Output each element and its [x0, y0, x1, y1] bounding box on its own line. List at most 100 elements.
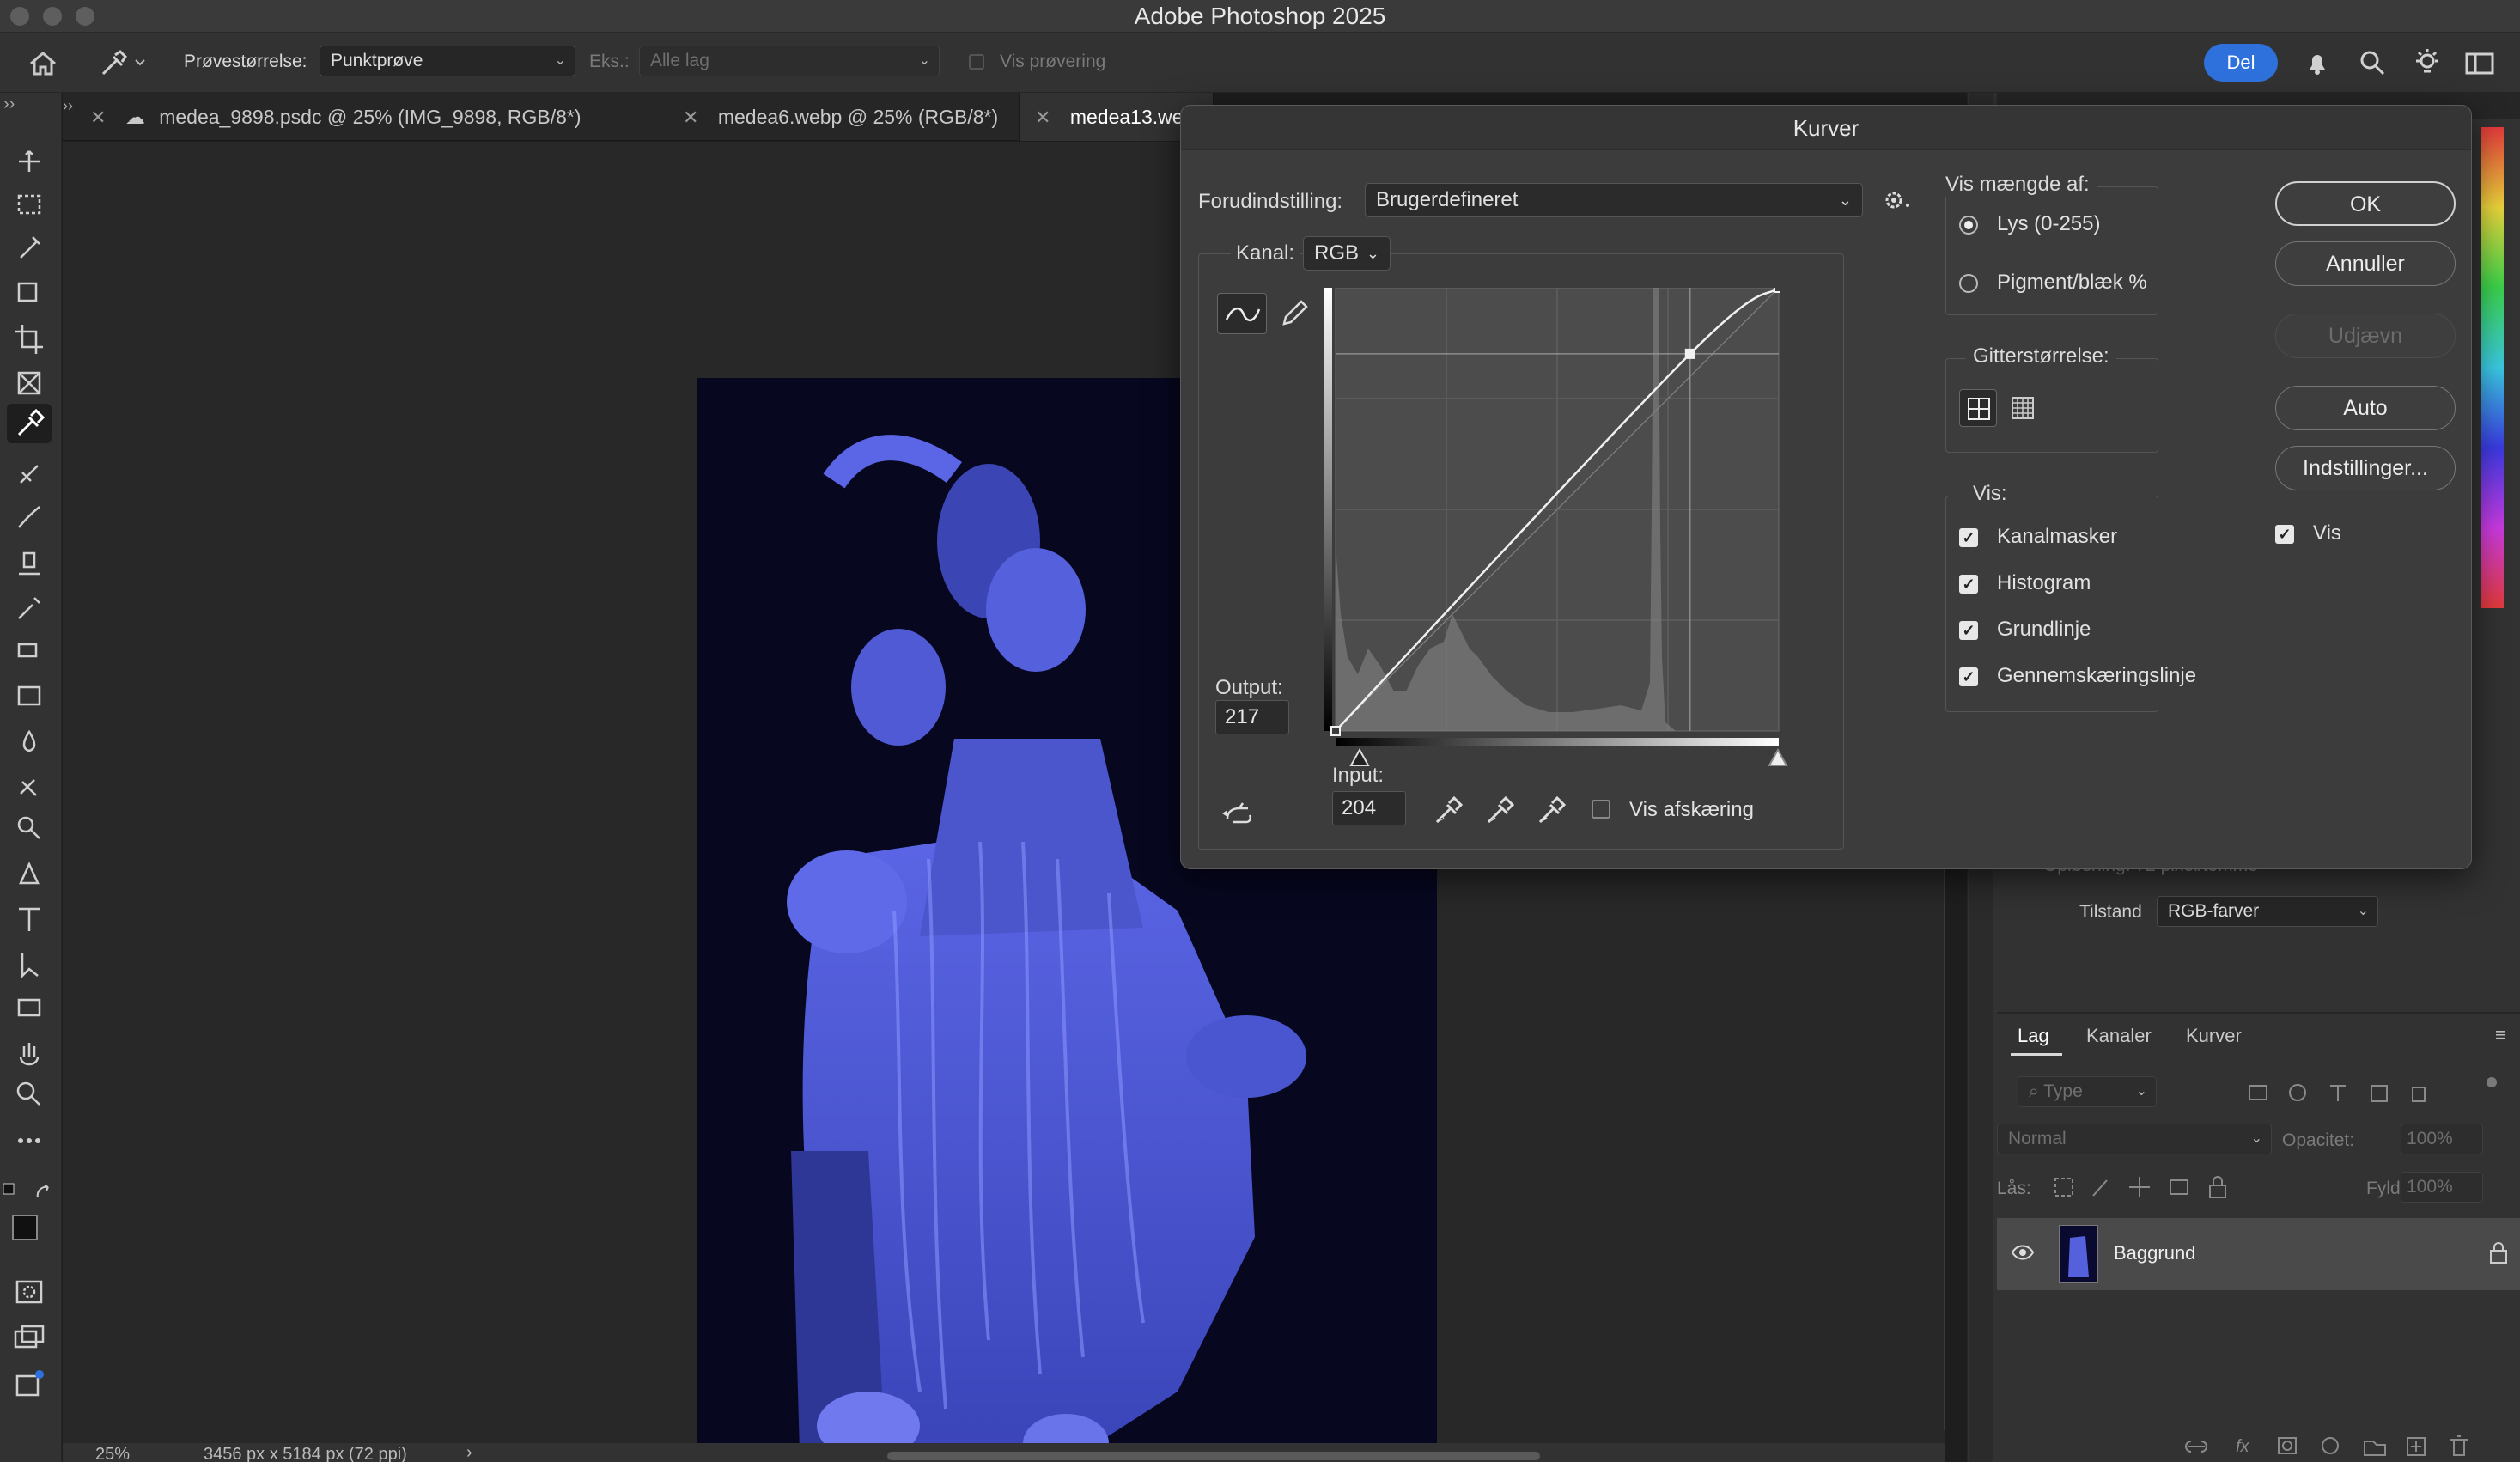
cancel-button[interactable]: Annuller: [2275, 241, 2456, 286]
generative-icon[interactable]: [12, 1368, 46, 1402]
close-tab-icon[interactable]: ✕: [1035, 107, 1050, 128]
chevron-right-icon[interactable]: ›: [466, 1443, 472, 1462]
layer-filter-select[interactable]: ⌕ Type ⌄: [2018, 1076, 2157, 1107]
filter-toggle-icon[interactable]: [2487, 1077, 2497, 1087]
black-eyedropper-icon[interactable]: [1430, 793, 1464, 827]
gray-eyedropper-icon[interactable]: [1482, 793, 1516, 827]
horizontal-scrollbar-thumb[interactable]: [887, 1452, 1540, 1460]
chevron-down-icon: ⌄: [2250, 1131, 2262, 1146]
curves-dialog: Kurver Forudindstilling: Brugerdefineret…: [1180, 105, 2472, 869]
curve-point[interactable]: [1330, 726, 1341, 736]
document-info[interactable]: 3456 px x 5184 px (72 ppi): [204, 1445, 407, 1462]
preset-select[interactable]: Brugerdefineret ⌄: [1365, 183, 1863, 217]
cloud-icon: ☁: [125, 106, 145, 128]
opacity-value: 100%: [2407, 1129, 2453, 1148]
blend-mode-select[interactable]: Normal ⌄: [1997, 1124, 2272, 1154]
pigment-radio-label: Pigment/blæk %: [1997, 271, 2147, 294]
simple-grid-button[interactable]: [1959, 389, 1997, 427]
tab-medea-9898[interactable]: ✕ ☁ medea_9898.psdc @ 25% (IMG_9898, RGB…: [75, 93, 667, 141]
mode-select[interactable]: RGB-farver ⌄: [2157, 896, 2378, 927]
lightbulb-icon[interactable]: [2412, 47, 2443, 78]
ok-button[interactable]: OK: [2275, 181, 2456, 226]
fill-value: 100%: [2407, 1177, 2453, 1197]
zoom-level[interactable]: 25%: [95, 1445, 130, 1462]
curve-graph[interactable]: [1324, 288, 1780, 752]
show-amount-group: [1945, 186, 2158, 315]
channel-select[interactable]: RGB ⌄: [1303, 236, 1391, 271]
panel-menu-icon[interactable]: ≡: [2495, 1024, 2506, 1046]
show-amount-title: Vis mængde af:: [1939, 173, 2097, 197]
close-tab-icon[interactable]: ✕: [683, 107, 698, 128]
chevron-down-icon: ⌄: [1366, 245, 1379, 262]
input-field[interactable]: 204: [1332, 791, 1406, 825]
output-field[interactable]: 217: [1215, 700, 1289, 734]
close-tab-icon[interactable]: ✕: [90, 107, 106, 128]
show-sampling-label: Vis prøvering: [1000, 52, 1106, 71]
layer-panel-footer-icons[interactable]: fx: [2182, 1433, 2509, 1459]
curve-point[interactable]: [1774, 288, 1780, 293]
quick-mask-icon[interactable]: [12, 1275, 46, 1309]
tab-channels[interactable]: Kanaler: [2086, 1025, 2152, 1047]
input-label: Input:: [1332, 764, 1385, 787]
layer-name[interactable]: Baggrund: [2114, 1242, 2195, 1264]
fill-field[interactable]: 100%: [2401, 1172, 2483, 1203]
share-button[interactable]: Del: [2204, 44, 2278, 82]
mode-label: Tilstand: [2079, 902, 2142, 922]
screen-mode-icon[interactable]: [12, 1321, 46, 1355]
curve-point-mode-button[interactable]: [1217, 293, 1267, 334]
histogram-checkbox[interactable]: ✓: [1959, 575, 1978, 594]
light-radio[interactable]: [1959, 216, 1978, 235]
swap-colors-icon[interactable]: [0, 1179, 60, 1204]
tab-medea6[interactable]: ✕ medea6.webp @ 25% (RGB/8*): [667, 93, 1020, 141]
auto-button[interactable]: Auto: [2275, 386, 2456, 430]
tab-layers[interactable]: Lag: [2018, 1025, 2049, 1047]
bell-icon[interactable]: [2302, 47, 2333, 78]
active-tab-underline: [2011, 1053, 2062, 1056]
layer-row[interactable]: Baggrund: [1997, 1218, 2520, 1290]
options-button[interactable]: Indstillinger...: [2275, 446, 2456, 490]
eyedropper-tool-preset-icon[interactable]: [96, 48, 148, 79]
options-bar: Prøvestørrelse: Punktprøve ⌄ Eks.: Alle …: [0, 33, 2520, 93]
channel-overlays-checkbox[interactable]: ✓: [1959, 528, 1978, 547]
intersection-line-checkbox[interactable]: ✓: [1959, 667, 1978, 686]
sample-layers-value: Alle lag: [650, 51, 709, 70]
input-gradient-bar: [1336, 738, 1779, 746]
sample-size-select[interactable]: Punktprøve ⌄: [320, 46, 575, 76]
layer-filter-icons[interactable]: [2248, 1081, 2454, 1106]
preview-checkbox[interactable]: ✓: [2275, 525, 2294, 544]
search-icon[interactable]: [2357, 47, 2388, 78]
pencil-icon[interactable]: [1275, 296, 1313, 331]
detailed-grid-button[interactable]: [2004, 389, 2042, 427]
preset-options-gear-icon[interactable]: [1882, 186, 1913, 214]
lock-label: Lås:: [1997, 1179, 2031, 1198]
target-adjustment-hand-icon[interactable]: [1220, 798, 1255, 829]
sample-size-label: Prøvestørrelse:: [184, 52, 307, 71]
intersection-line-label: Gennemskæringslinje: [1997, 664, 2197, 687]
layer-thumbnail: [2059, 1225, 2098, 1283]
workspace-layout-icon[interactable]: [2463, 47, 2498, 78]
white-eyedropper-icon[interactable]: [1533, 793, 1567, 827]
opacity-field[interactable]: 100%: [2401, 1124, 2483, 1154]
smooth-button[interactable]: Udjævn: [2275, 314, 2456, 358]
foreground-color-swatch[interactable]: [12, 1215, 38, 1240]
curve-point[interactable]: [1684, 348, 1695, 359]
eyedropper-tool-button[interactable]: [7, 404, 52, 443]
baseline-label: Grundlinje: [1997, 618, 2091, 641]
preview-label: Vis: [2313, 521, 2341, 545]
sample-size-value: Punktprøve: [331, 51, 423, 70]
show-sampling-checkbox[interactable]: [969, 54, 984, 70]
collapse-toolbar-icon[interactable]: ››: [3, 94, 15, 114]
color-spectrum-strip[interactable]: [2481, 127, 2504, 608]
white-point-slider[interactable]: [1767, 747, 1789, 767]
dialog-title: Kurver: [1181, 106, 2471, 150]
lock-icons[interactable]: [2054, 1173, 2268, 1201]
visibility-eye-icon[interactable]: [2011, 1242, 2035, 1263]
tab-curves[interactable]: Kurver: [2186, 1025, 2242, 1047]
home-icon[interactable]: [26, 48, 60, 79]
pigment-radio[interactable]: [1959, 274, 1978, 293]
title-bar: Adobe Photoshop 2025: [0, 0, 2520, 33]
show-clipping-checkbox[interactable]: [1592, 800, 1610, 819]
svg-text:fx: fx: [2236, 1437, 2250, 1456]
baseline-checkbox[interactable]: ✓: [1959, 621, 1978, 640]
sample-layers-select[interactable]: Alle lag ⌄: [639, 46, 940, 76]
